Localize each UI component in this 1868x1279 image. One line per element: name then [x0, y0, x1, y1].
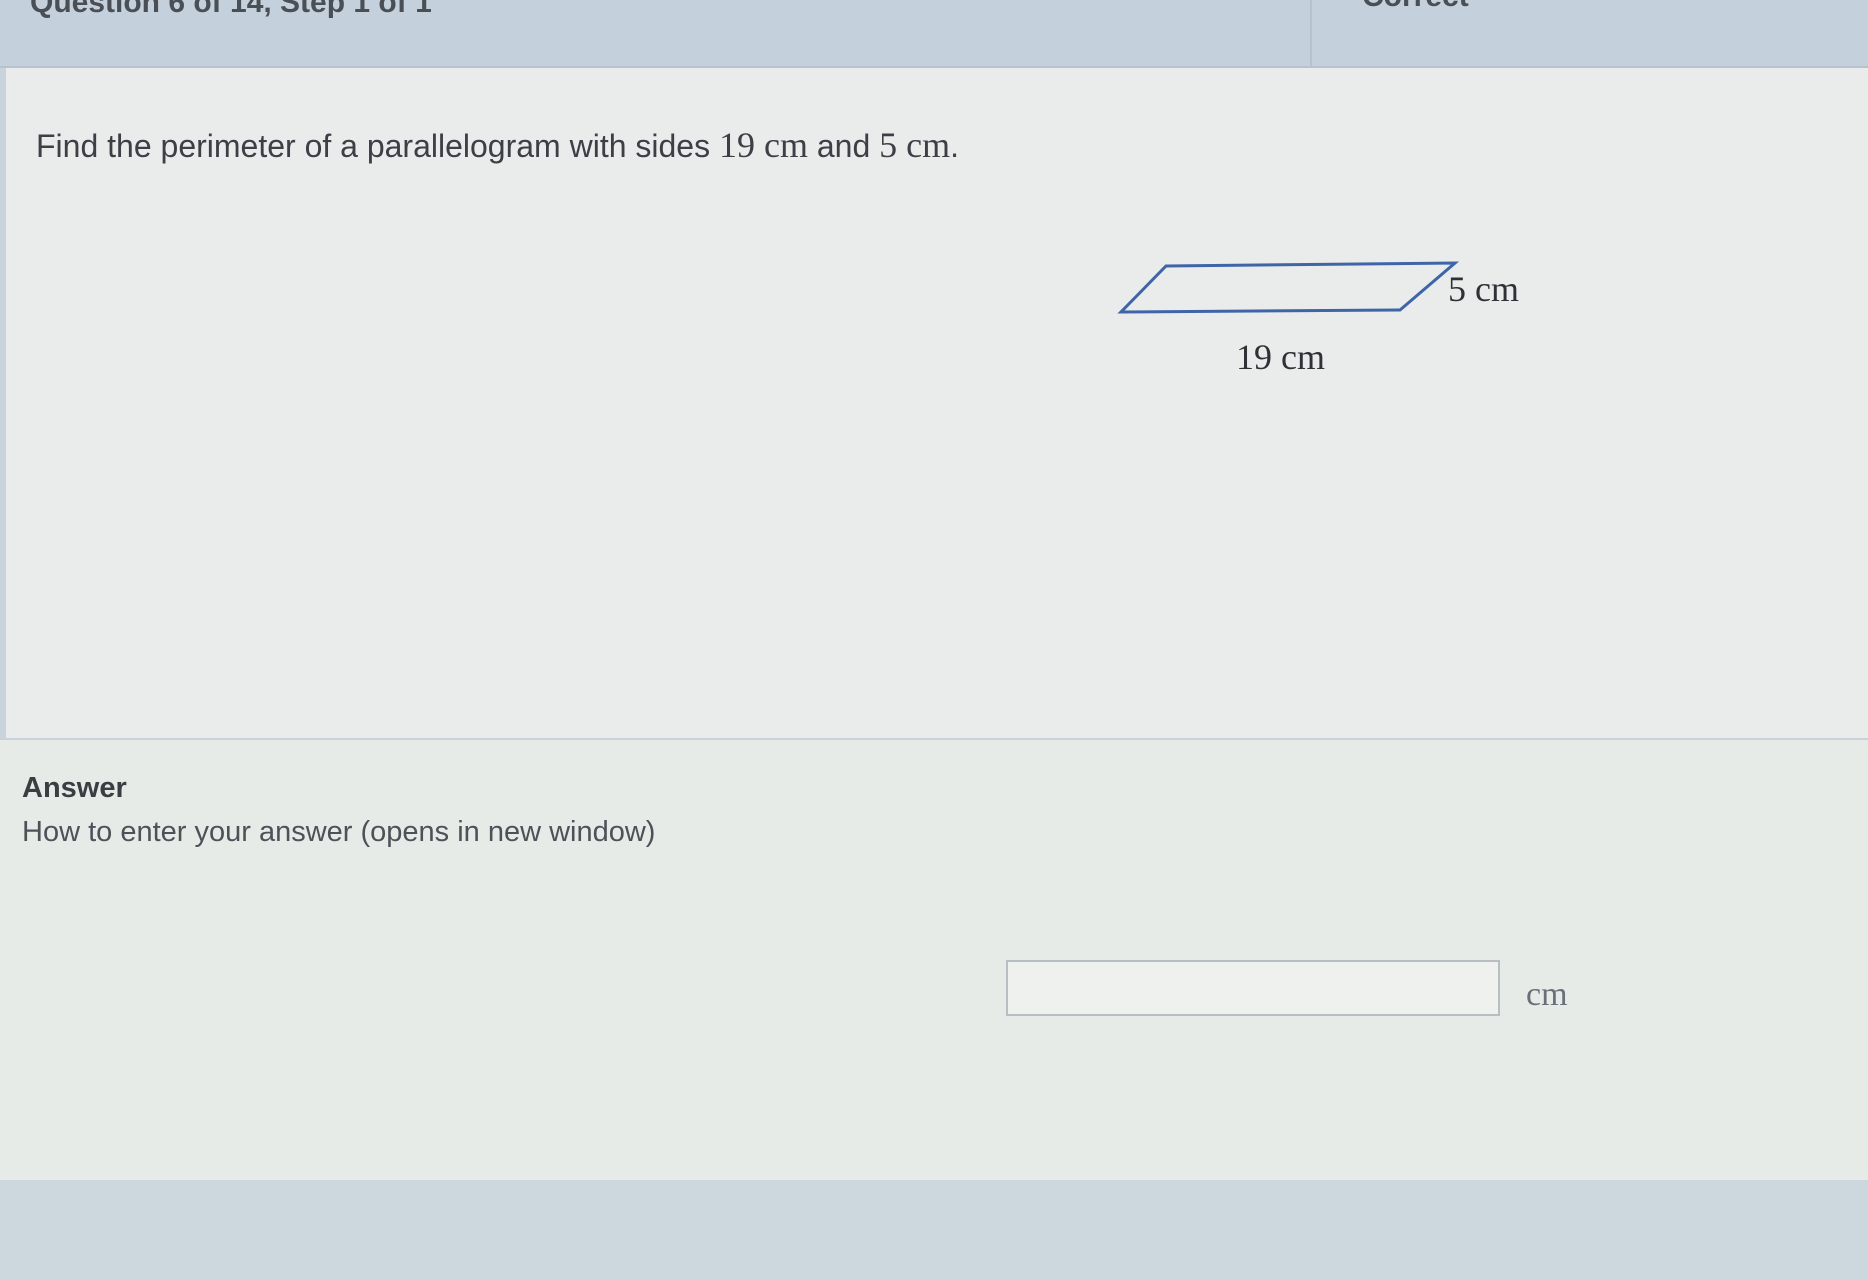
prompt-side-b: 5 cm [879, 125, 951, 165]
answer-status-label: Correct [1362, 0, 1469, 14]
prompt-text-middle: and [807, 128, 880, 164]
prompt-side-a: 19 cm [718, 125, 808, 165]
question-header: Question 6 of 14, Step 1 of 1 Correct [0, 0, 1868, 68]
header-divider [1310, 0, 1312, 66]
parallelogram-shape [1117, 261, 1460, 314]
answer-input[interactable] [1006, 960, 1500, 1016]
question-prompt: Find the perimeter of a parallelogram wi… [36, 124, 959, 166]
footer-band [0, 1180, 1868, 1279]
answer-heading: Answer [22, 772, 127, 804]
answer-unit-label: cm [1526, 976, 1568, 1013]
question-progress-title: Question 6 of 14, Step 1 of 1 [30, 0, 432, 19]
side-length-label: 5 cm [1448, 269, 1519, 309]
how-to-enter-answer-link[interactable]: How to enter your answer (opens in new w… [22, 816, 655, 849]
answer-panel [0, 740, 1868, 1180]
prompt-text-after: . [950, 128, 960, 164]
base-length-label: 19 cm [1236, 337, 1325, 377]
question-panel [6, 68, 1868, 738]
prompt-text-before: Find the perimeter of a parallelogram wi… [36, 128, 719, 164]
